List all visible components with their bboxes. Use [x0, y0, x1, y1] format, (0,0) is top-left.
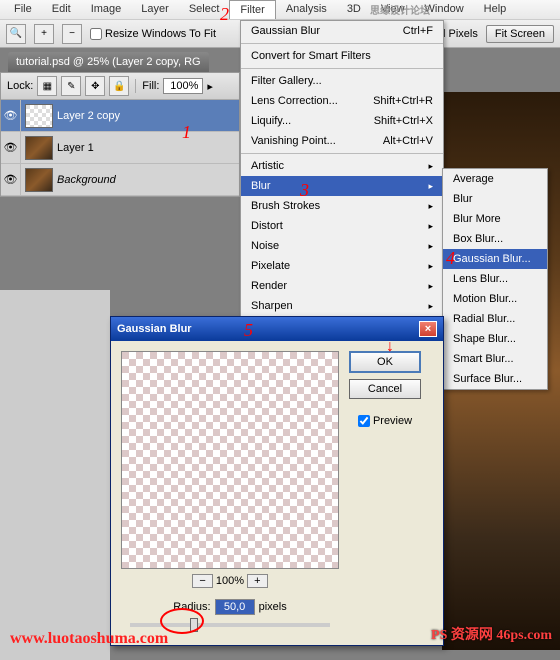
menu-item-brush-strokes[interactable]: Brush Strokes: [241, 196, 443, 216]
radius-input[interactable]: 50,0: [215, 599, 255, 615]
layers-panel: Lock: ▦ ✎ ✥ 🔒 Fill: 100% ▸ 👁 Layer 2 cop…: [0, 72, 240, 197]
menu-item-lens-correction[interactable]: Lens Correction...Shift+Ctrl+R: [241, 91, 443, 111]
fit-screen-button[interactable]: Fit Screen: [486, 25, 554, 43]
lock-position-icon[interactable]: ✥: [85, 76, 105, 96]
menubar: File Edit Image Layer Select Filter Anal…: [0, 0, 560, 20]
menu-analysis[interactable]: Analysis: [276, 0, 337, 19]
menu-item-filter-gallery[interactable]: Filter Gallery...: [241, 71, 443, 91]
menu-item-liquify[interactable]: Liquify...Shift+Ctrl+X: [241, 111, 443, 131]
zoom-in-button[interactable]: +: [247, 574, 267, 588]
layer-row-selected[interactable]: 👁 Layer 2 copy: [1, 100, 239, 132]
submenu-item-average[interactable]: Average: [443, 169, 547, 189]
watermark-3: 思缘设计论坛: [370, 2, 430, 17]
ok-button[interactable]: OK: [349, 351, 421, 373]
submenu-item-lens-blur[interactable]: Lens Blur...: [443, 269, 547, 289]
annotation-1: 1: [182, 122, 191, 143]
layer-thumb: [25, 104, 53, 128]
zoom-value: 100%: [216, 575, 244, 587]
menu-item-blur[interactable]: Blur: [241, 176, 443, 196]
annotation-5: 5: [244, 320, 253, 341]
lock-all-icon[interactable]: 🔒: [109, 76, 129, 96]
visibility-icon[interactable]: 👁: [1, 132, 21, 164]
fill-value-input[interactable]: 100%: [163, 78, 203, 94]
watermark-1: www.luotaoshuma.com: [10, 630, 168, 648]
preview-checkbox[interactable]: Preview: [358, 415, 412, 427]
menu-item-distort[interactable]: Distort: [241, 216, 443, 236]
layer-thumb: [25, 136, 53, 160]
menu-item-pixelate[interactable]: Pixelate: [241, 256, 443, 276]
submenu-item-smart-blur[interactable]: Smart Blur...: [443, 349, 547, 369]
menu-item-artistic[interactable]: Artistic: [241, 156, 443, 176]
menu-item-render[interactable]: Render: [241, 276, 443, 296]
menu-file[interactable]: File: [4, 0, 42, 19]
document-tab[interactable]: tutorial.psd @ 25% (Layer 2 copy, RG: [8, 52, 209, 72]
annotation-4: 4: [446, 248, 455, 269]
annotation-2: 2: [220, 4, 229, 25]
submenu-item-gaussian-blur[interactable]: Gaussian Blur...: [443, 249, 547, 269]
zoom-tool-icon[interactable]: 🔍: [6, 24, 26, 44]
submenu-item-shape-blur[interactable]: Shape Blur...: [443, 329, 547, 349]
menu-help[interactable]: Help: [474, 0, 517, 19]
layer-thumb: [25, 168, 53, 192]
blur-submenu: Average Blur Blur More Box Blur... Gauss…: [442, 168, 548, 390]
layer-name: Layer 1: [57, 142, 94, 154]
menu-item-vanishing-point[interactable]: Vanishing Point...Alt+Ctrl+V: [241, 131, 443, 151]
zoom-out-button[interactable]: −: [192, 574, 212, 588]
fill-arrow-icon[interactable]: ▸: [207, 80, 213, 93]
submenu-item-box-blur[interactable]: Box Blur...: [443, 229, 547, 249]
lock-label: Lock:: [7, 80, 33, 92]
zoom-in-icon[interactable]: +: [34, 24, 54, 44]
watermark-2: PS 资源网 46ps.com: [431, 624, 552, 644]
menu-item-sharpen[interactable]: Sharpen: [241, 296, 443, 316]
layer-row[interactable]: 👁 Layer 1: [1, 132, 239, 164]
visibility-icon[interactable]: 👁: [1, 100, 21, 132]
layer-name: Layer 2 copy: [57, 110, 120, 122]
menu-edit[interactable]: Edit: [42, 0, 81, 19]
cancel-button[interactable]: Cancel: [349, 379, 421, 399]
filter-menu-dropdown: Gaussian BlurCtrl+F Convert for Smart Fi…: [240, 20, 444, 337]
canvas-area[interactable]: [0, 290, 110, 660]
lock-transparency-icon[interactable]: ▦: [37, 76, 57, 96]
resize-windows-checkbox[interactable]: Resize Windows To Fit: [90, 28, 216, 40]
menu-3d[interactable]: 3D: [337, 0, 371, 19]
layer-row[interactable]: 👁 Background: [1, 164, 239, 196]
submenu-item-surface-blur[interactable]: Surface Blur...: [443, 369, 547, 389]
visibility-icon[interactable]: 👁: [1, 164, 21, 196]
submenu-item-motion-blur[interactable]: Motion Blur...: [443, 289, 547, 309]
submenu-item-blur-more[interactable]: Blur More: [443, 209, 547, 229]
dialog-title: Gaussian Blur: [117, 323, 192, 335]
menu-image[interactable]: Image: [81, 0, 132, 19]
submenu-item-blur[interactable]: Blur: [443, 189, 547, 209]
menu-item-last-filter[interactable]: Gaussian BlurCtrl+F: [241, 21, 443, 41]
menu-layer[interactable]: Layer: [131, 0, 179, 19]
menu-filter[interactable]: Filter: [229, 0, 275, 19]
lock-pixels-icon[interactable]: ✎: [61, 76, 81, 96]
close-icon[interactable]: ×: [419, 321, 437, 337]
annotation-3: 3: [300, 180, 309, 201]
preview-image[interactable]: [121, 351, 339, 569]
menu-item-noise[interactable]: Noise: [241, 236, 443, 256]
gaussian-blur-dialog: Gaussian Blur × − 100% + Radius: 50,0 pi…: [110, 316, 444, 646]
layer-name: Background: [57, 174, 116, 186]
zoom-out-icon[interactable]: −: [62, 24, 82, 44]
menu-item-smart-filters[interactable]: Convert for Smart Filters: [241, 46, 443, 66]
fill-label: Fill:: [142, 80, 159, 92]
radius-unit: pixels: [259, 601, 287, 613]
annotation-arrow: ↓: [386, 338, 394, 356]
submenu-item-radial-blur[interactable]: Radial Blur...: [443, 309, 547, 329]
